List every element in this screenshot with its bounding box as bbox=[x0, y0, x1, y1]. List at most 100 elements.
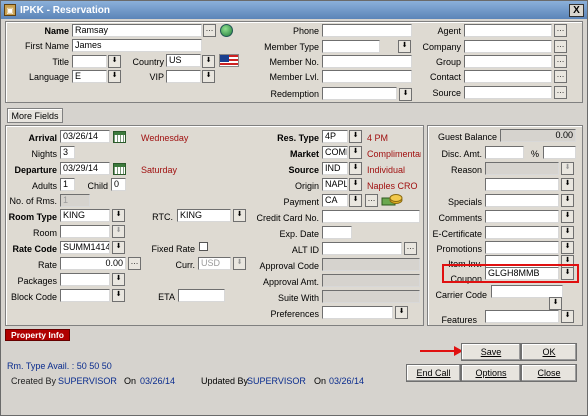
res-type-dropdown-icon[interactable]: ⬇ bbox=[349, 130, 362, 143]
block-code-field[interactable] bbox=[60, 289, 110, 302]
adults-field[interactable]: 1 bbox=[60, 178, 75, 191]
carrier-code-dropdown-icon[interactable]: ⬇ bbox=[549, 297, 562, 310]
room-dropdown-icon[interactable]: ⬇ bbox=[112, 225, 125, 238]
country-dropdown-icon[interactable]: ⬇ bbox=[202, 55, 215, 68]
agent-field[interactable] bbox=[464, 24, 552, 37]
e-certificate-dropdown-icon[interactable]: ⬇ bbox=[561, 226, 574, 239]
market-dropdown-icon[interactable]: ⬇ bbox=[349, 146, 362, 159]
approval-code-field bbox=[322, 258, 420, 271]
room-field[interactable] bbox=[60, 225, 110, 238]
redemption-dropdown-icon[interactable]: ⬇ bbox=[399, 88, 412, 101]
child-field[interactable]: 0 bbox=[111, 178, 126, 191]
member-type-field[interactable] bbox=[322, 40, 380, 53]
specials-extra-dropdown-icon[interactable]: ⬇ bbox=[561, 178, 574, 191]
features-field[interactable] bbox=[485, 310, 559, 323]
member-lvl-field[interactable] bbox=[322, 70, 412, 83]
source-field[interactable]: IND bbox=[322, 162, 348, 175]
vip-field[interactable] bbox=[166, 70, 201, 83]
credit-card-field[interactable] bbox=[322, 210, 420, 223]
packages-label: Packages bbox=[17, 276, 57, 286]
block-code-dropdown-icon[interactable]: ⬇ bbox=[112, 289, 125, 302]
name-field[interactable]: Ramsay bbox=[72, 24, 202, 37]
more-fields-button[interactable]: More Fields bbox=[7, 108, 63, 123]
comments-label: Comments bbox=[438, 213, 482, 223]
redemption-field[interactable] bbox=[322, 87, 397, 100]
country-field[interactable]: US bbox=[166, 54, 201, 67]
first-name-field[interactable]: James bbox=[72, 39, 202, 52]
calendar-icon[interactable] bbox=[113, 163, 126, 175]
res-type-label: Res. Type bbox=[277, 133, 319, 143]
fixed-rate-checkbox[interactable] bbox=[199, 242, 208, 251]
disc-pct-field[interactable] bbox=[543, 146, 576, 159]
specials-extra-field[interactable] bbox=[485, 178, 559, 191]
preferences-field[interactable] bbox=[322, 306, 393, 319]
market-field[interactable]: COMP bbox=[322, 146, 348, 159]
source-dropdown-icon[interactable]: ⬇ bbox=[349, 162, 362, 175]
name-search-button[interactable]: … bbox=[203, 24, 216, 37]
e-certificate-field[interactable] bbox=[485, 226, 559, 239]
specials-field[interactable] bbox=[485, 194, 559, 207]
rate-code-field[interactable]: SUMM1414 bbox=[60, 241, 110, 254]
property-info-button[interactable]: Property Info bbox=[5, 329, 70, 341]
money-icon[interactable] bbox=[381, 192, 403, 206]
arrival-field[interactable]: 03/26/14 bbox=[60, 130, 110, 143]
promotions-dropdown-icon[interactable]: ⬇ bbox=[561, 241, 574, 254]
room-type-field[interactable]: KING bbox=[60, 209, 110, 222]
end-call-button[interactable]: End Call bbox=[406, 364, 461, 382]
language-field[interactable]: E bbox=[72, 70, 107, 83]
close-window-button[interactable]: X bbox=[569, 3, 584, 17]
preferences-dropdown-icon[interactable]: ⬇ bbox=[395, 306, 408, 319]
ok-button[interactable]: OK bbox=[521, 343, 577, 361]
member-type-dropdown-icon[interactable]: ⬇ bbox=[398, 40, 411, 53]
vip-dropdown-icon[interactable]: ⬇ bbox=[202, 70, 215, 83]
room-type-dropdown-icon[interactable]: ⬇ bbox=[112, 209, 125, 222]
packages-dropdown-icon[interactable]: ⬇ bbox=[112, 273, 125, 286]
comments-field[interactable] bbox=[485, 210, 559, 223]
phone-field[interactable] bbox=[322, 24, 412, 37]
rate-code-dropdown-icon[interactable]: ⬇ bbox=[112, 241, 125, 254]
company-search-button[interactable]: … bbox=[554, 40, 567, 53]
rate-details-button[interactable]: … bbox=[128, 257, 141, 270]
rtc-field[interactable]: KING bbox=[177, 209, 231, 222]
packages-field[interactable] bbox=[60, 273, 110, 286]
source-profile-label: Source bbox=[432, 88, 461, 98]
nights-field[interactable]: 3 bbox=[60, 146, 75, 159]
comments-dropdown-icon[interactable]: ⬇ bbox=[561, 210, 574, 223]
features-dropdown-icon[interactable]: ⬇ bbox=[561, 310, 574, 323]
specials-dropdown-icon[interactable]: ⬇ bbox=[561, 194, 574, 207]
group-field[interactable] bbox=[464, 55, 552, 68]
vip-label: VIP bbox=[149, 72, 164, 82]
options-button[interactable]: Options bbox=[461, 364, 521, 382]
save-button[interactable]: Save bbox=[461, 343, 521, 361]
contact-field[interactable] bbox=[464, 70, 552, 83]
source-profile-field[interactable] bbox=[464, 86, 552, 99]
group-search-button[interactable]: … bbox=[554, 55, 567, 68]
exp-date-field[interactable] bbox=[322, 226, 352, 239]
language-dropdown-icon[interactable]: ⬇ bbox=[108, 70, 121, 83]
title-dropdown-icon[interactable]: ⬇ bbox=[108, 55, 121, 68]
alt-id-search-button[interactable]: … bbox=[404, 242, 417, 255]
payment-field[interactable]: CA bbox=[322, 194, 348, 207]
promotions-field[interactable] bbox=[485, 241, 559, 254]
rtc-dropdown-icon[interactable]: ⬇ bbox=[233, 209, 246, 222]
calendar-icon[interactable] bbox=[113, 131, 126, 143]
close-button[interactable]: Close bbox=[521, 364, 577, 382]
member-no-field[interactable] bbox=[322, 55, 412, 68]
res-type-field[interactable]: 4P bbox=[322, 130, 348, 143]
disc-amt-field[interactable] bbox=[485, 146, 524, 159]
contact-search-button[interactable]: … bbox=[554, 70, 567, 83]
origin-field[interactable]: NAPL bbox=[322, 178, 348, 191]
origin-dropdown-icon[interactable]: ⬇ bbox=[349, 178, 362, 191]
payment-dropdown-icon[interactable]: ⬇ bbox=[349, 194, 362, 207]
eta-field[interactable] bbox=[178, 289, 225, 302]
title-field[interactable] bbox=[72, 55, 107, 68]
source-label: Source bbox=[288, 165, 319, 175]
rate-field[interactable]: 0.00 bbox=[60, 257, 126, 270]
alt-id-field[interactable] bbox=[322, 242, 402, 255]
agent-search-button[interactable]: … bbox=[554, 24, 567, 37]
departure-field[interactable]: 03/29/14 bbox=[60, 162, 110, 175]
company-field[interactable] bbox=[464, 40, 552, 53]
globe-icon[interactable] bbox=[220, 24, 233, 37]
source-search-button[interactable]: … bbox=[554, 86, 567, 99]
payment-details-button[interactable]: … bbox=[365, 194, 378, 207]
